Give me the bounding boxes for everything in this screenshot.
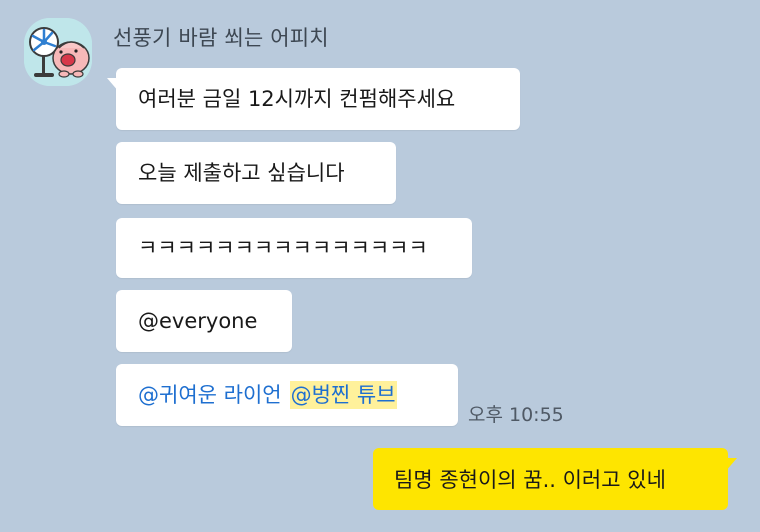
- message-bubble[interactable]: @everyone: [116, 290, 292, 352]
- message-text: 팀명 종현이의 꿈.. 이러고 있네: [394, 468, 666, 492]
- sender-avatar[interactable]: [24, 18, 92, 86]
- my-message-bubble[interactable]: 팀명 종현이의 꿈.. 이러고 있네: [373, 448, 737, 510]
- message-text: 여러분 금일 12시까지 컨펌해주세요: [138, 87, 456, 111]
- message-text: 오늘 제출하고 싶습니다: [138, 161, 345, 185]
- message-bubble[interactable]: 오늘 제출하고 싶습니다: [116, 142, 396, 204]
- apeach-fan-avatar-icon: [24, 18, 92, 86]
- message-bubble[interactable]: 여러분 금일 12시까지 컨펌해주세요: [107, 68, 520, 130]
- message-timestamp: 오후 10:55: [468, 404, 564, 426]
- message-text: @everyone: [138, 309, 258, 333]
- sender-name: 선풍기 바람 쐬는 어피치: [113, 26, 329, 50]
- message-bubble[interactable]: ㅋㅋㅋㅋㅋㅋㅋㅋㅋㅋㅋㅋㅋㅋㅋ: [116, 218, 472, 278]
- mention-link-highlighted[interactable]: @벙찐 튜브: [289, 381, 397, 409]
- mention-link[interactable]: @귀여운 라이언: [138, 381, 282, 409]
- chat-room: 선풍기 바람 쐬는 어피치 여러분 금일 12시까지 컨펌해주세요 오늘 제출하…: [0, 0, 760, 532]
- message-text: ㅋㅋㅋㅋㅋㅋㅋㅋㅋㅋㅋㅋㅋㅋㅋ: [138, 236, 428, 260]
- message-bubble[interactable]: @귀여운 라이언 @벙찐 튜브: [116, 364, 458, 426]
